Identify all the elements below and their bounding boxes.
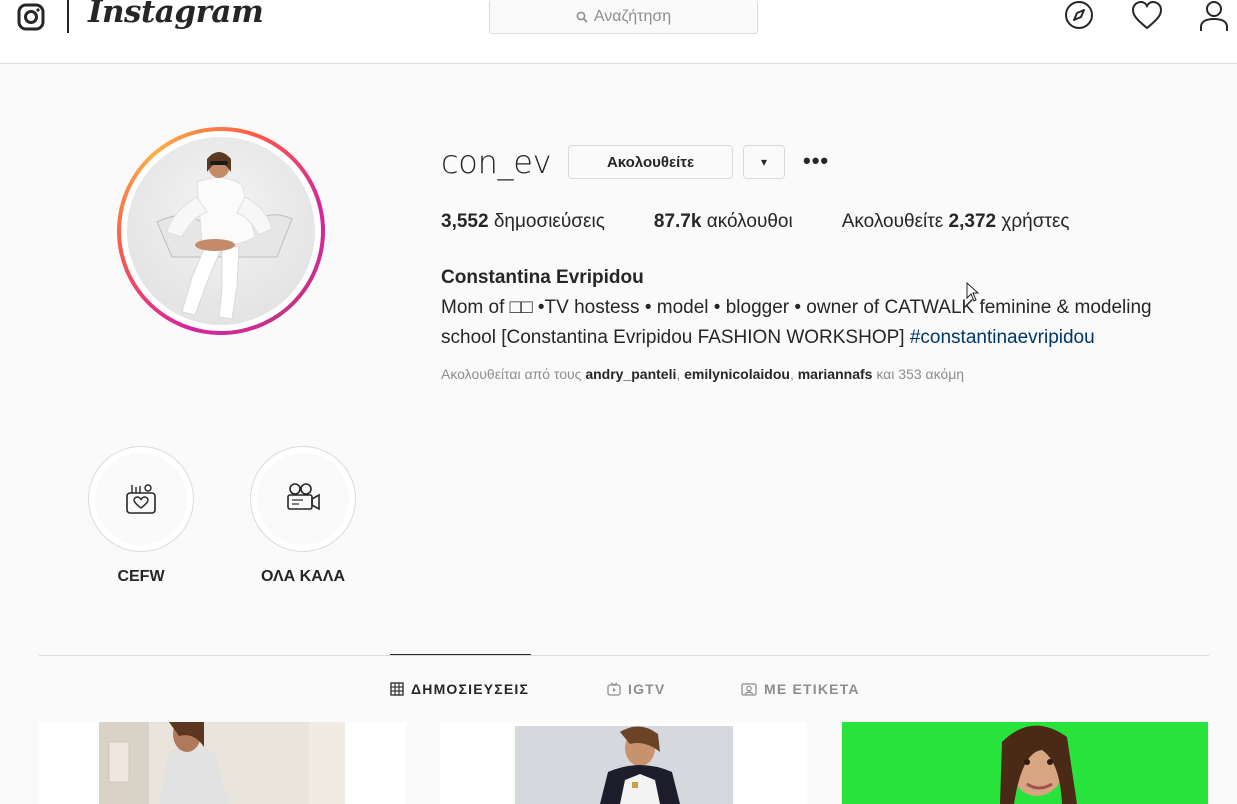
search-icon xyxy=(576,11,588,23)
following-prefix: Ακολουθείτε xyxy=(841,211,944,232)
followed-by-user-link[interactable]: andry_panteli xyxy=(585,366,676,382)
bio-text-block: Mom of □□ •TV hostess • model • blogger … xyxy=(441,293,1211,353)
post-thumbnail[interactable] xyxy=(39,722,405,804)
following-button[interactable]: Ακολουθείτε xyxy=(568,145,733,179)
search-input[interactable]: Αναζήτηση xyxy=(489,0,758,34)
tagged-icon xyxy=(741,683,757,696)
followers-stat[interactable]: 87.7k ακόλουθοι xyxy=(654,211,793,233)
profile-username: con_ev xyxy=(441,143,552,181)
followed-by-more-link[interactable]: και 353 ακόμη xyxy=(876,366,964,382)
story-highlight[interactable]: CEFW xyxy=(88,446,194,586)
suggestions-dropdown-button[interactable]: ▾ xyxy=(743,145,785,179)
story-highlight[interactable]: ΟΛΑ ΚΑΛΑ xyxy=(250,446,356,586)
highlight-cover[interactable] xyxy=(250,446,356,552)
following-label: χρήστες xyxy=(1001,211,1070,232)
search-placeholder: Αναζήτηση xyxy=(593,7,672,25)
avatar-photo xyxy=(127,137,315,325)
posts-label: δημοσιεύσεις xyxy=(493,211,605,232)
instagram-wordmark[interactable]: Instagram xyxy=(88,0,264,30)
igtv-icon xyxy=(607,682,621,696)
profile-stats: 3,552 δημοσιεύσεις 87.7k ακόλουθοι Ακολο… xyxy=(441,211,1119,233)
highlight-label: ΟΛΑ ΚΑΛΑ xyxy=(260,568,346,585)
instagram-camera-icon[interactable] xyxy=(17,3,45,31)
followed-by-separator: , xyxy=(676,366,685,382)
posts-stat: 3,552 δημοσιεύσεις xyxy=(441,211,605,233)
tab-label: ΜΕ ΕΤΙΚΕΤΑ xyxy=(764,681,860,697)
more-options-icon[interactable]: ••• xyxy=(803,148,829,174)
following-stat[interactable]: Ακολουθείτε 2,372 χρήστες xyxy=(842,211,1070,233)
following-count: 2,372 xyxy=(948,211,997,232)
mouse-cursor-icon xyxy=(966,282,980,302)
post-image xyxy=(515,726,733,804)
followers-count: 87.7k xyxy=(653,211,702,232)
followed-by-user-link[interactable]: mariannafs xyxy=(798,366,873,382)
user-icon[interactable] xyxy=(1198,0,1230,32)
grid-icon xyxy=(390,682,404,696)
profile-avatar[interactable] xyxy=(117,127,325,335)
post-thumbnail[interactable] xyxy=(440,722,807,804)
active-tab-indicator xyxy=(390,654,531,655)
tab-posts[interactable]: ΔΗΜΟΣΙΕΥΣΕΙΣ xyxy=(390,681,529,697)
post-image xyxy=(99,722,345,804)
post-thumbnail[interactable] xyxy=(842,722,1208,804)
compass-icon[interactable] xyxy=(1063,0,1095,32)
followed-by: Ακολουθείται από τους andry_panteli, emi… xyxy=(441,366,964,382)
makeup-bag-heart-icon xyxy=(126,484,156,514)
avatar-figure xyxy=(156,152,293,320)
post-image xyxy=(1000,725,1077,804)
tab-label: ΔΗΜΟΣΙΕΥΣΕΙΣ xyxy=(411,681,530,697)
tab-tagged[interactable]: ΜΕ ΕΤΙΚΕΤΑ xyxy=(741,681,860,697)
tabs-divider xyxy=(39,655,1209,656)
profile-bio: Constantina Evripidou Mom of □□ •TV host… xyxy=(441,263,1211,353)
followed-by-user-link[interactable]: emilynicolaidou xyxy=(684,366,790,382)
heart-icon[interactable] xyxy=(1131,0,1163,32)
posts-count: 3,552 xyxy=(441,211,489,232)
tab-igtv[interactable]: IGTV xyxy=(607,681,665,697)
followed-by-prefix: Ακολουθείται από τους xyxy=(441,366,582,382)
bio-hashtag-link[interactable]: #constantinaevripidou xyxy=(910,327,1095,348)
followers-label: ακόλουθοι xyxy=(706,211,793,232)
highlight-cover[interactable] xyxy=(88,446,194,552)
tab-label: IGTV xyxy=(628,681,666,697)
followed-by-separator: , xyxy=(789,366,798,382)
full-name: Constantina Evripidou xyxy=(441,267,644,288)
top-nav: Instagram Αναζήτηση xyxy=(0,0,1237,64)
nav-divider xyxy=(67,0,69,33)
highlight-label: CEFW xyxy=(117,568,165,585)
video-camera-icon xyxy=(287,483,320,511)
